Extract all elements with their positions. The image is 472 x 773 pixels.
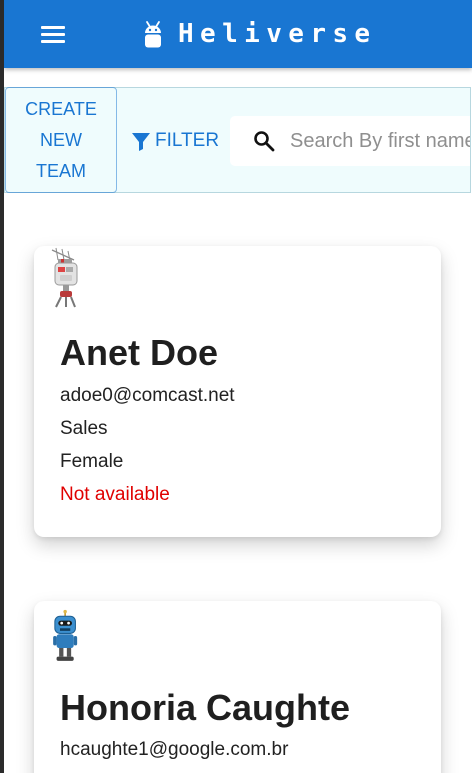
menu-button[interactable] (34, 18, 70, 50)
window-edge (0, 0, 4, 773)
search-icon (254, 131, 275, 152)
search-input[interactable] (290, 124, 470, 158)
filter-label: FILTER (155, 130, 220, 151)
toolbar: CREATE NEW TEAM FILTER (4, 87, 471, 193)
hamburger-line (41, 33, 65, 36)
user-domain: Sales (60, 418, 108, 439)
user-card: Anet Doe adoe0@comcast.net Sales Female … (34, 246, 441, 537)
robot-avatar-icon (53, 609, 78, 661)
create-team-label-line: NEW (40, 130, 82, 150)
page: Heliverse CREATE NEW TEAM FILTER Search … (0, 0, 472, 773)
user-name: Anet Doe (60, 332, 219, 373)
create-new-team-button[interactable]: CREATE NEW TEAM (5, 87, 117, 193)
hamburger-line (41, 40, 65, 43)
funnel-icon (132, 133, 150, 151)
hamburger-menu-icon (41, 26, 65, 29)
app-title: Heliverse (178, 19, 377, 49)
robot-avatar-icon (51, 247, 78, 308)
user-email: hcaughte1@google.com.br (60, 739, 289, 760)
app-bar: Heliverse (4, 0, 472, 68)
filter-button[interactable]: FILTER (129, 124, 219, 158)
user-email: adoe0@comcast.net (60, 385, 235, 406)
android-icon (145, 21, 161, 48)
user-card: Honoria Caughte hcaughte1@google.com.br (34, 601, 441, 773)
search-box[interactable] (230, 116, 470, 166)
user-availability: Not available (60, 484, 170, 505)
user-gender: Female (60, 451, 124, 472)
create-team-label-line: TEAM (35, 161, 86, 181)
create-team-label-line: CREATE (25, 99, 97, 119)
brand[interactable]: Heliverse (142, 17, 376, 51)
user-name: Honoria Caughte (60, 687, 351, 728)
